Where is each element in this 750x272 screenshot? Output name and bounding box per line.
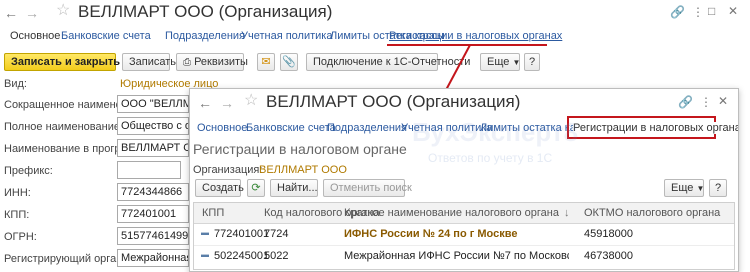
tab-departments[interactable]: Подразделения xyxy=(327,122,407,134)
find-button[interactable]: Найти... xyxy=(270,179,318,197)
help-button[interactable]: ? xyxy=(709,179,727,197)
more-button[interactable]: Еще ▼ xyxy=(664,179,704,197)
cancel-search-button[interactable]: Отменить поиск xyxy=(323,179,412,197)
table-row[interactable]: ▬ 502245001 5022 Межрайонная ИФНС России… xyxy=(194,246,734,267)
chevron-down-icon: ▼ xyxy=(696,184,705,193)
close-icon[interactable]: ✕ xyxy=(718,95,728,107)
refresh-button[interactable]: ⟳ xyxy=(247,179,265,197)
child-window-title: ВЕЛЛМАРТ ООО (Организация) xyxy=(266,92,521,111)
column-header-oktmo[interactable]: ОКТМО налогового органа xyxy=(584,207,720,219)
watermark: БухЭксперт8 xyxy=(412,117,579,147)
link-icon[interactable]: 🔗 xyxy=(678,96,693,108)
back-arrow-icon[interactable]: ← xyxy=(198,96,212,110)
org-value[interactable]: ВЕЛЛМАРТ ООО xyxy=(259,164,347,176)
cell-tax-name: ИФНС России № 24 по г Москве xyxy=(344,228,518,240)
favorite-star-icon[interactable]: ☆ xyxy=(244,93,258,109)
org-label: Организация: xyxy=(193,164,263,176)
column-header-kpp[interactable]: КПП xyxy=(202,207,224,219)
tab-bank-accounts[interactable]: Банковские счета xyxy=(246,122,336,134)
more-label: Еще xyxy=(671,182,694,194)
menu-icon[interactable]: ⋮ xyxy=(700,96,712,108)
sort-icon: ↓ xyxy=(564,207,570,219)
refresh-icon: ⟳ xyxy=(251,182,261,194)
column-header-tax-name[interactable]: Краткое наименование налогового органа xyxy=(344,207,559,219)
cell-kpp: 502245001 xyxy=(214,250,270,262)
row-marker-icon: ▬ xyxy=(201,250,209,259)
create-button[interactable]: Создать xyxy=(195,179,244,197)
cell-tax-code: 5022 xyxy=(264,250,289,262)
cell-tax-name: Межрайонная ИФНС России №7 по Московской… xyxy=(344,250,569,262)
cell-oktmo: 46738000 xyxy=(584,250,633,262)
watermark-subtitle: Ответов по учету в 1С xyxy=(428,151,553,165)
section-title: Регистрации в налоговом органе xyxy=(193,141,407,157)
cell-tax-code: 7724 xyxy=(264,228,289,240)
table-row[interactable]: ▬ 772401001 7724 ИФНС России № 24 по г М… xyxy=(194,224,734,246)
child-window: ← → ☆ ВЕЛЛМАРТ ООО (Организация) 🔗 ⋮ ✕ О… xyxy=(189,88,739,272)
tab-tax-registrations[interactable]: Регистрации в налоговых органах xyxy=(573,122,738,134)
cell-oktmo: 45918000 xyxy=(584,228,633,240)
row-marker-icon: ▬ xyxy=(201,228,209,237)
tab-main[interactable]: Основное xyxy=(197,122,247,134)
forward-arrow-icon[interactable]: → xyxy=(220,96,234,110)
cell-kpp: 772401001 xyxy=(214,228,270,240)
registrations-table: КПП Код налогового органа Краткое наимен… xyxy=(193,202,735,270)
